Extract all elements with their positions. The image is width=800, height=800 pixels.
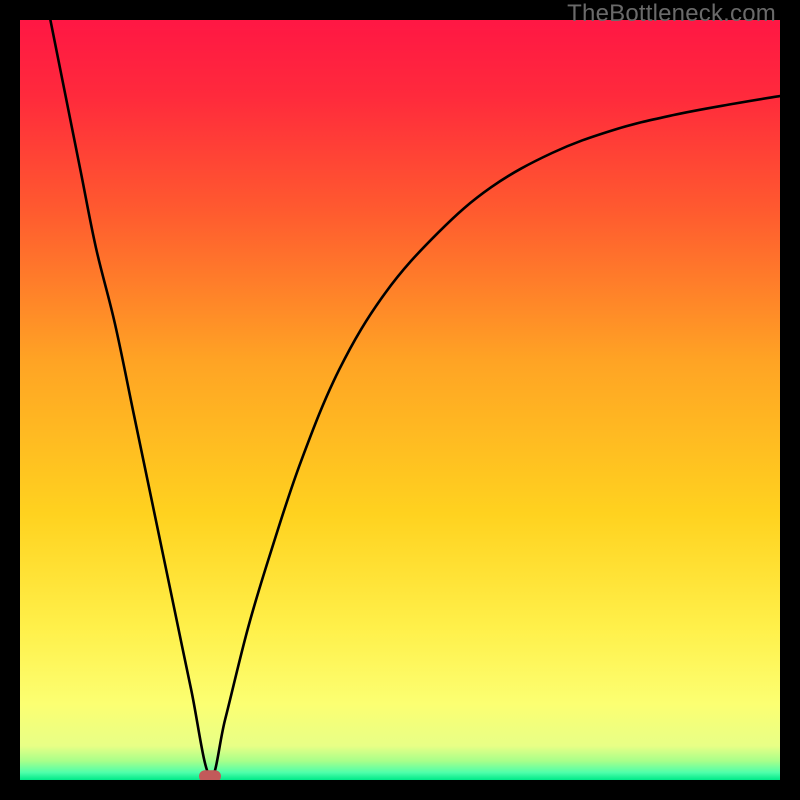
watermark-text: TheBottleneck.com <box>567 0 776 28</box>
chart-background <box>20 20 780 780</box>
chart-svg <box>20 20 780 780</box>
minimum-marker <box>199 770 221 780</box>
chart-frame <box>20 20 780 780</box>
